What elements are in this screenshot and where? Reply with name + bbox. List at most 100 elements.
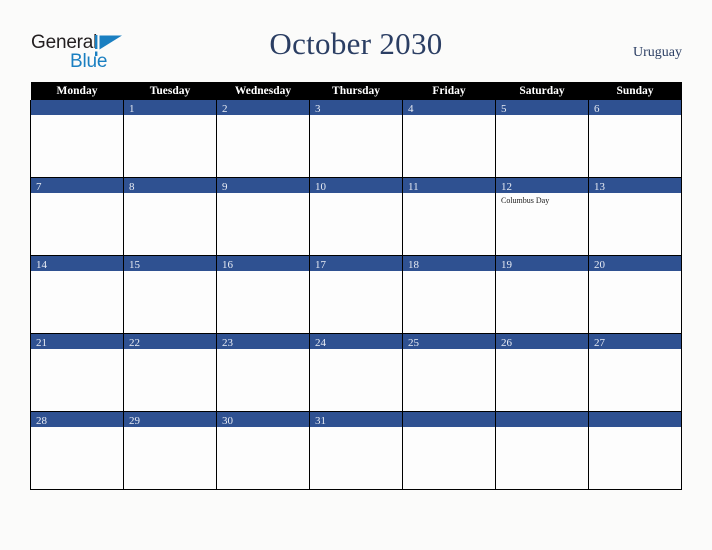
calendar-day-cell[interactable]: 5 bbox=[495, 100, 589, 178]
calendar-day-cell[interactable]: 21 bbox=[30, 333, 124, 412]
calendar-empty-cell[interactable] bbox=[588, 411, 682, 490]
day-number-bar: 6 bbox=[589, 100, 681, 115]
calendar-week-row: 21 22 23 24 25 26 27 bbox=[30, 333, 682, 412]
day-box: 28 bbox=[31, 412, 123, 489]
calendar-day-cell[interactable]: 11 bbox=[402, 177, 496, 256]
day-number-bar: 5 bbox=[496, 100, 588, 115]
weekday-header-saturday: Saturday bbox=[495, 82, 589, 100]
calendar-day-cell[interactable]: 30 bbox=[216, 411, 310, 490]
calendar-body: 1 2 3 4 5 6 7 8 9 10 11 12 Columbus Day 13 14 15 16 17 18 1… bbox=[30, 100, 682, 490]
day-box: 31 bbox=[310, 412, 402, 489]
calendar-day-cell[interactable]: 15 bbox=[123, 255, 217, 334]
calendar-empty-cell[interactable] bbox=[30, 100, 124, 178]
calendar-day-cell[interactable]: 31 bbox=[309, 411, 403, 490]
calendar-empty-cell[interactable] bbox=[402, 411, 496, 490]
calendar-day-cell[interactable]: 22 bbox=[123, 333, 217, 412]
day-number-bar: 22 bbox=[124, 334, 216, 349]
day-number: 27 bbox=[594, 337, 605, 349]
day-number: 6 bbox=[594, 103, 600, 115]
day-number-bar: 28 bbox=[31, 412, 123, 427]
day-number-bar: 13 bbox=[589, 178, 681, 193]
calendar-day-cell[interactable]: 6 bbox=[588, 100, 682, 178]
day-number: 24 bbox=[315, 337, 326, 349]
day-number-bar: 11 bbox=[403, 178, 495, 193]
calendar-day-cell[interactable]: 19 bbox=[495, 255, 589, 334]
calendar-day-cell[interactable]: 7 bbox=[30, 177, 124, 256]
calendar-day-cell[interactable]: 27 bbox=[588, 333, 682, 412]
day-number: 16 bbox=[222, 259, 233, 271]
day-number-bar: 25 bbox=[403, 334, 495, 349]
calendar-page: General Blue October 2030 Uruguay Monday… bbox=[0, 0, 712, 550]
day-box: 10 bbox=[310, 178, 402, 255]
weekday-header-monday: Monday bbox=[30, 82, 124, 100]
day-box: 14 bbox=[31, 256, 123, 333]
day-number-bar: 16 bbox=[217, 256, 309, 271]
day-box: 9 bbox=[217, 178, 309, 255]
day-number: 12 bbox=[501, 181, 512, 193]
weekday-header-sunday: Sunday bbox=[588, 82, 682, 100]
calendar-day-cell[interactable]: 25 bbox=[402, 333, 496, 412]
day-number: 2 bbox=[222, 103, 228, 115]
calendar-day-cell[interactable]: 26 bbox=[495, 333, 589, 412]
calendar-day-cell[interactable]: 4 bbox=[402, 100, 496, 178]
day-number: 13 bbox=[594, 181, 605, 193]
day-number: 17 bbox=[315, 259, 326, 271]
day-number-bar: 19 bbox=[496, 256, 588, 271]
day-box: 8 bbox=[124, 178, 216, 255]
day-number-bar: 18 bbox=[403, 256, 495, 271]
day-box: 3 bbox=[310, 100, 402, 177]
calendar-day-cell[interactable]: 9 bbox=[216, 177, 310, 256]
day-number: 8 bbox=[129, 181, 135, 193]
day-number-bar: 29 bbox=[124, 412, 216, 427]
day-box: 22 bbox=[124, 334, 216, 411]
day-number-bar: 2 bbox=[217, 100, 309, 115]
day-box: 27 bbox=[589, 334, 681, 411]
calendar-day-cell[interactable]: 12 Columbus Day bbox=[495, 177, 589, 256]
calendar-day-cell[interactable]: 24 bbox=[309, 333, 403, 412]
calendar-day-cell[interactable]: 2 bbox=[216, 100, 310, 178]
calendar-day-cell[interactable]: 10 bbox=[309, 177, 403, 256]
day-number: 11 bbox=[408, 181, 419, 193]
calendar-day-cell[interactable]: 8 bbox=[123, 177, 217, 256]
day-number-bar: 12 bbox=[496, 178, 588, 193]
calendar-day-cell[interactable]: 3 bbox=[309, 100, 403, 178]
weekday-header-tuesday: Tuesday bbox=[123, 82, 217, 100]
calendar-day-cell[interactable]: 14 bbox=[30, 255, 124, 334]
day-box: 16 bbox=[217, 256, 309, 333]
day-number: 19 bbox=[501, 259, 512, 271]
day-number: 21 bbox=[36, 337, 47, 349]
day-box: 4 bbox=[403, 100, 495, 177]
calendar-day-cell[interactable]: 29 bbox=[123, 411, 217, 490]
calendar-day-cell[interactable]: 28 bbox=[30, 411, 124, 490]
calendar-day-cell[interactable]: 13 bbox=[588, 177, 682, 256]
calendar-day-cell[interactable]: 18 bbox=[402, 255, 496, 334]
day-number-bar: 26 bbox=[496, 334, 588, 349]
day-number: 4 bbox=[408, 103, 414, 115]
day-number-bar: 3 bbox=[310, 100, 402, 115]
calendar-day-cell[interactable]: 23 bbox=[216, 333, 310, 412]
day-box: 23 bbox=[217, 334, 309, 411]
calendar-day-cell[interactable]: 1 bbox=[123, 100, 217, 178]
calendar-day-cell[interactable]: 20 bbox=[588, 255, 682, 334]
day-number-bar: 10 bbox=[310, 178, 402, 193]
day-box: 7 bbox=[31, 178, 123, 255]
day-number-bar: 7 bbox=[31, 178, 123, 193]
calendar-empty-cell[interactable] bbox=[495, 411, 589, 490]
day-box bbox=[403, 412, 495, 489]
calendar-day-cell[interactable]: 16 bbox=[216, 255, 310, 334]
calendar-day-cell[interactable]: 17 bbox=[309, 255, 403, 334]
day-box: 6 bbox=[589, 100, 681, 177]
day-number-bar bbox=[403, 412, 495, 427]
day-box bbox=[496, 412, 588, 489]
day-number-bar: 23 bbox=[217, 334, 309, 349]
day-number: 7 bbox=[36, 181, 42, 193]
page-header: General Blue October 2030 Uruguay bbox=[0, 0, 712, 82]
day-number: 26 bbox=[501, 337, 512, 349]
page-title: October 2030 bbox=[269, 26, 443, 61]
day-number: 22 bbox=[129, 337, 140, 349]
day-number-bar: 21 bbox=[31, 334, 123, 349]
day-box: 13 bbox=[589, 178, 681, 255]
day-events: Columbus Day bbox=[496, 193, 588, 206]
day-number-bar: 1 bbox=[124, 100, 216, 115]
day-box: 20 bbox=[589, 256, 681, 333]
